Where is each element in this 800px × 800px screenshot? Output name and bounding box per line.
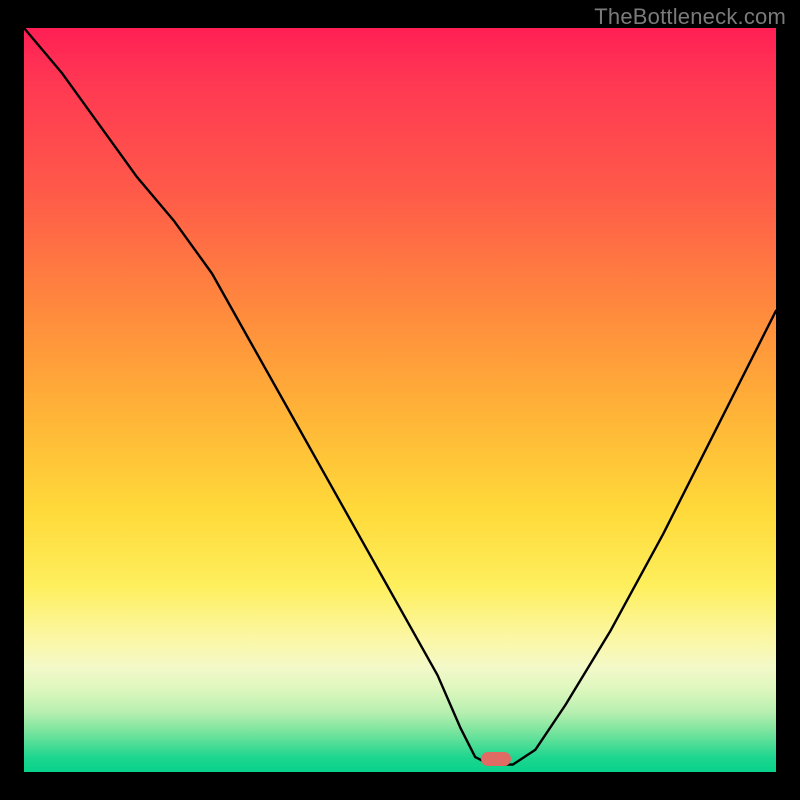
minimum-marker <box>481 752 511 766</box>
watermark-text: TheBottleneck.com <box>594 4 786 30</box>
bottleneck-curve <box>24 28 776 772</box>
chart-frame: TheBottleneck.com <box>0 0 800 800</box>
plot-area <box>24 28 776 772</box>
